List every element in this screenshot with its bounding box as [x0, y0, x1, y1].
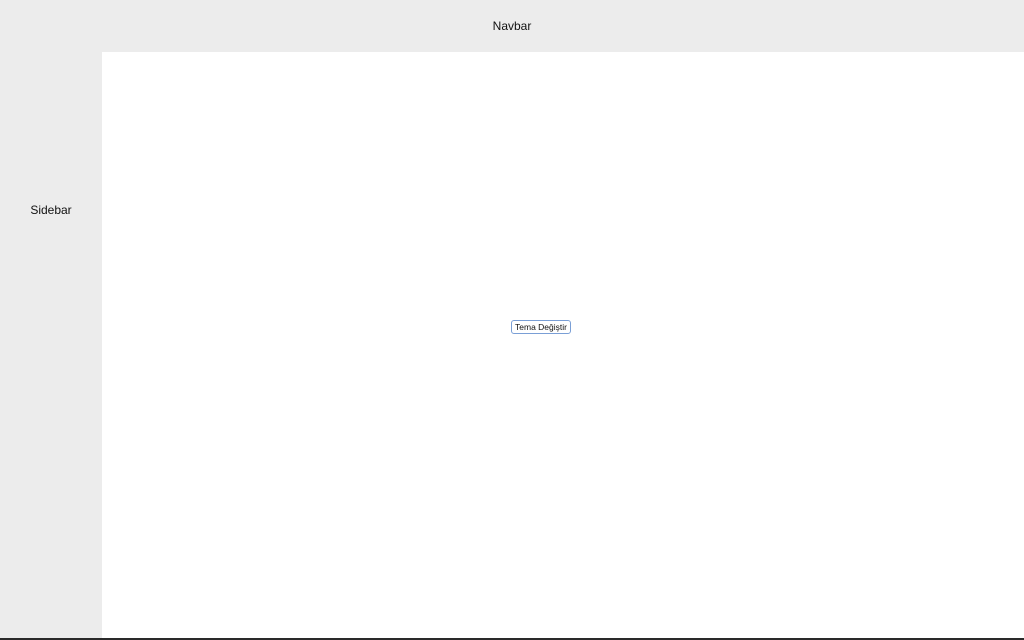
sidebar: Sidebar [0, 52, 102, 638]
theme-toggle-button[interactable]: Tema Değiştir [511, 320, 571, 334]
main-content: Tema Değiştir [102, 52, 1024, 638]
navbar: Navbar [0, 0, 1024, 52]
sidebar-label: Sidebar [30, 203, 72, 217]
navbar-label: Navbar [492, 19, 532, 33]
